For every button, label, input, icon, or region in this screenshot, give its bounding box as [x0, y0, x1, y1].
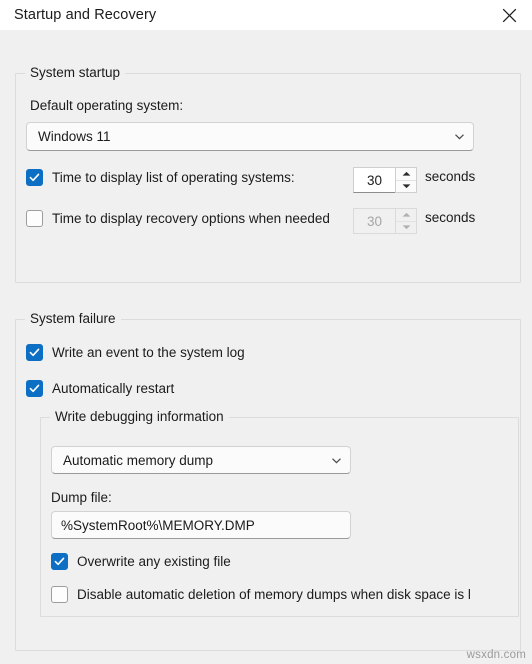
chevron-down-icon	[322, 454, 350, 467]
disable-auto-delete-checkbox-row[interactable]: Disable automatic deletion of memory dum…	[51, 586, 471, 603]
group-system-failure: System failure Write an event to the sys…	[15, 311, 521, 651]
auto-restart-label: Automatically restart	[52, 381, 175, 396]
os-list-timeout-checkbox[interactable]	[26, 169, 43, 186]
os-list-timeout-checkbox-row[interactable]: Time to display list of operating system…	[26, 169, 295, 186]
disable-auto-delete-label: Disable automatic deletion of memory dum…	[77, 587, 471, 602]
group-system-failure-label: System failure	[25, 311, 121, 326]
auto-restart-checkbox[interactable]	[26, 380, 43, 397]
dump-type-combobox[interactable]: Automatic memory dump	[51, 446, 351, 474]
spinner-down-icon[interactable]	[396, 222, 416, 234]
spinner-up-icon[interactable]	[396, 168, 416, 181]
recovery-timeout-checkbox-row[interactable]: Time to display recovery options when ne…	[26, 210, 330, 227]
title-bar: Startup and Recovery	[0, 0, 532, 30]
group-write-debugging-information: Write debugging information Automatic me…	[40, 409, 519, 617]
write-event-checkbox-row[interactable]: Write an event to the system log	[26, 344, 245, 361]
recovery-timeout-spinner[interactable]: 30	[353, 208, 417, 234]
overwrite-label: Overwrite any existing file	[77, 554, 231, 569]
recovery-timeout-unit: seconds	[425, 210, 476, 225]
recovery-timeout-value[interactable]: 30	[353, 208, 395, 234]
dump-file-label: Dump file:	[51, 490, 112, 505]
dump-type-value: Automatic memory dump	[63, 452, 214, 468]
os-list-timeout-unit: seconds	[425, 169, 476, 184]
os-list-timeout-spinner[interactable]: 30	[353, 167, 417, 193]
recovery-timeout-label: Time to display recovery options when ne…	[52, 211, 330, 226]
close-icon	[502, 8, 517, 23]
default-os-combobox[interactable]: Windows 11	[26, 122, 474, 151]
dialog-body: System startup Default operating system:…	[0, 30, 532, 664]
disable-auto-delete-clip: Disable automatic deletion of memory dum…	[51, 584, 513, 608]
overwrite-checkbox-row[interactable]: Overwrite any existing file	[51, 553, 231, 570]
default-os-label: Default operating system:	[30, 98, 184, 113]
close-button[interactable]	[486, 0, 532, 30]
group-system-startup: System startup Default operating system:…	[15, 65, 521, 283]
os-list-timeout-unit-clip: seconds	[425, 169, 503, 189]
disable-auto-delete-checkbox[interactable]	[51, 586, 68, 603]
auto-restart-checkbox-row[interactable]: Automatically restart	[26, 380, 174, 397]
dump-file-input[interactable]: %SystemRoot%\MEMORY.DMP	[51, 511, 351, 539]
write-event-checkbox[interactable]	[26, 344, 43, 361]
overwrite-checkbox[interactable]	[51, 553, 68, 570]
spinner-up-icon[interactable]	[396, 209, 416, 222]
recovery-timeout-spinner-buttons[interactable]	[395, 208, 417, 234]
write-event-label: Write an event to the system log	[52, 345, 245, 360]
os-list-timeout-value[interactable]: 30	[353, 167, 395, 193]
group-write-debugging-label: Write debugging information	[50, 409, 229, 424]
spinner-down-icon[interactable]	[396, 181, 416, 193]
default-os-value: Windows 11	[38, 129, 111, 144]
group-system-startup-label: System startup	[25, 65, 126, 80]
os-list-timeout-label: Time to display list of operating system…	[52, 170, 295, 185]
os-list-timeout-spinner-buttons[interactable]	[395, 167, 417, 193]
recovery-timeout-checkbox[interactable]	[26, 210, 43, 227]
chevron-down-icon	[445, 130, 473, 143]
dump-file-value: %SystemRoot%\MEMORY.DMP	[61, 517, 255, 533]
watermark: wsxdn.com	[466, 649, 526, 661]
window-title: Startup and Recovery	[14, 7, 157, 23]
recovery-timeout-unit-clip: seconds	[425, 210, 503, 230]
